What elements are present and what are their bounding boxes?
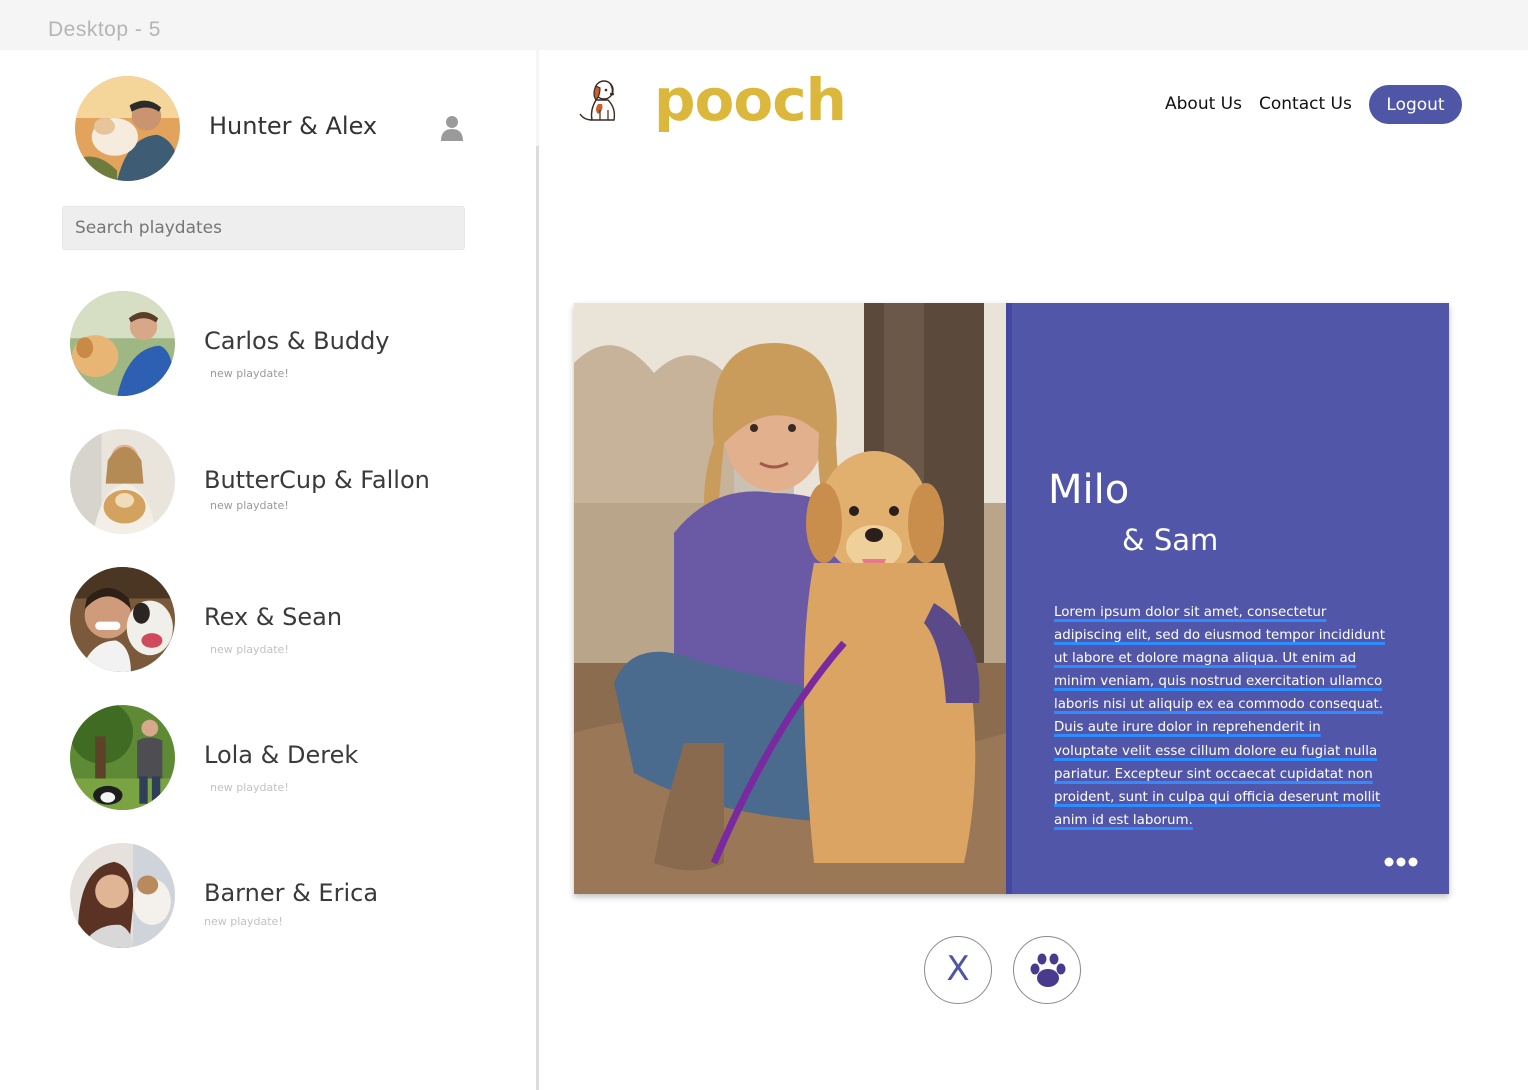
match-name: Lola & Derek [204, 741, 359, 769]
list-item[interactable]: Rex & Sean new playdate! [70, 567, 510, 677]
profile-photo [574, 303, 1006, 894]
nav-contact-us[interactable]: Contact Us [1259, 94, 1352, 114]
list-item[interactable]: Lola & Derek new playdate! [70, 705, 510, 815]
list-item[interactable]: ButterCup & Fallon new playdate! [70, 429, 510, 539]
match-avatar [70, 705, 175, 810]
match-avatar [70, 843, 175, 948]
profile-card: Milo & Sam Lorem ipsum dolor sit amet, c… [574, 303, 1449, 894]
match-avatar [70, 567, 175, 672]
user-name: Hunter & Alex [209, 112, 378, 140]
match-name: Rex & Sean [204, 603, 343, 631]
logout-button[interactable]: Logout [1369, 85, 1462, 124]
search-input[interactable] [62, 206, 465, 250]
match-avatar [70, 429, 175, 534]
list-item[interactable]: Carlos & Buddy new playdate! [70, 291, 510, 401]
match-status: new playdate! [210, 643, 289, 656]
paw-icon [1030, 953, 1066, 987]
profile-info-panel: Milo & Sam Lorem ipsum dolor sit amet, c… [1006, 303, 1449, 894]
match-status: new playdate! [210, 781, 289, 794]
like-button[interactable] [1013, 936, 1081, 1004]
match-name: Barner & Erica [204, 879, 379, 907]
more-options-icon[interactable] [1384, 855, 1418, 869]
reject-button[interactable]: X [924, 936, 992, 1004]
user-avatar[interactable] [75, 76, 180, 181]
match-name: ButterCup & Fallon [204, 466, 430, 494]
profile-bio: Lorem ipsum dolor sit amet, consectetur … [1054, 605, 1385, 828]
brand-title[interactable]: pooch [654, 66, 847, 134]
reject-label: X [946, 949, 970, 989]
owner-name: & Sam [1122, 523, 1219, 557]
match-status: new playdate! [204, 915, 283, 928]
match-name: Carlos & Buddy [204, 327, 390, 355]
list-item[interactable]: Barner & Erica new playdate! [70, 843, 510, 953]
nav-about-us[interactable]: About Us [1165, 94, 1242, 114]
match-status: new playdate! [210, 367, 289, 380]
user-icon[interactable] [440, 115, 464, 141]
dog-name: Milo [1048, 467, 1130, 513]
dog-logo-icon[interactable] [574, 76, 624, 126]
match-status: new playdate! [210, 499, 289, 512]
match-avatar [70, 291, 175, 396]
frame-label: Desktop - 5 [48, 18, 161, 41]
